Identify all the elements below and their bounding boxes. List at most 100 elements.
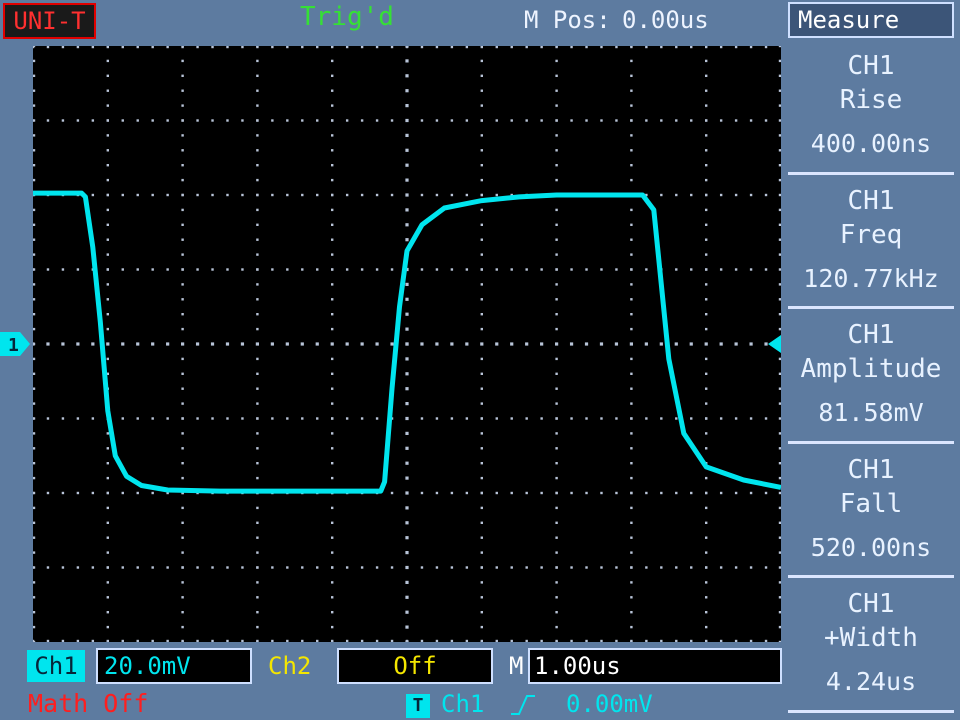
measurement-rise[interactable]: CH1 Rise 400.00ns bbox=[788, 40, 954, 175]
grid-dot bbox=[555, 223, 558, 226]
grid-dot bbox=[450, 566, 454, 569]
grid-dot bbox=[241, 639, 244, 642]
grid-dot bbox=[33, 491, 35, 495]
grid-dot bbox=[705, 283, 708, 286]
grid-dot bbox=[705, 74, 708, 77]
measurement-amplitude[interactable]: CH1 Amplitude 81.58mV bbox=[788, 309, 954, 444]
grid-dot bbox=[33, 357, 36, 361]
grid-dot bbox=[61, 119, 65, 122]
grid-dot bbox=[331, 596, 334, 599]
grid-dot bbox=[301, 268, 304, 271]
grid-dot bbox=[331, 164, 334, 167]
grid-dot bbox=[778, 462, 781, 465]
measurement-value: 81.58mV bbox=[818, 398, 924, 428]
grid-dot bbox=[61, 566, 65, 569]
grid-dot bbox=[719, 417, 723, 420]
measure-menu-title[interactable]: Measure bbox=[788, 2, 954, 38]
grid-dot bbox=[405, 223, 409, 227]
grid-dot bbox=[91, 46, 95, 49]
measurement-fall[interactable]: CH1 Fall 520.00ns bbox=[788, 444, 954, 579]
grid-dot bbox=[615, 119, 618, 122]
grid-dot bbox=[630, 253, 633, 256]
grid-dot bbox=[136, 193, 139, 197]
grid-dot bbox=[331, 298, 334, 301]
grid-dot bbox=[749, 268, 753, 271]
grid-dot bbox=[705, 521, 708, 524]
grid-dot bbox=[480, 432, 483, 435]
grid-dot bbox=[91, 566, 95, 569]
ch1-label[interactable]: Ch1 bbox=[27, 650, 85, 682]
grid-dot bbox=[331, 46, 334, 49]
grid-dot bbox=[405, 297, 409, 301]
grid-dot bbox=[778, 208, 781, 212]
grid-dot bbox=[704, 342, 708, 346]
grid-dot bbox=[375, 342, 379, 346]
grid-dot bbox=[76, 566, 80, 569]
grid-dot bbox=[241, 566, 244, 569]
grid-dot bbox=[345, 566, 349, 569]
grid-dot bbox=[405, 595, 409, 599]
grid-dot bbox=[705, 566, 708, 569]
grid-dot bbox=[405, 163, 409, 167]
measurement-source: CH1 bbox=[847, 185, 895, 216]
grid-dot bbox=[555, 342, 559, 346]
grid-dot bbox=[480, 611, 483, 614]
grid-dot bbox=[316, 119, 319, 122]
grid-dot bbox=[181, 402, 184, 405]
grid-dot bbox=[465, 193, 469, 197]
grid-dot bbox=[196, 417, 199, 420]
grid-dot bbox=[405, 238, 409, 242]
grid-dot bbox=[151, 193, 154, 197]
grid-dot bbox=[301, 639, 304, 642]
grid-dot bbox=[106, 625, 109, 629]
grid-dot bbox=[630, 402, 633, 405]
grid-dot bbox=[630, 313, 633, 316]
grid-dot bbox=[106, 89, 109, 92]
grid-dot bbox=[106, 223, 109, 226]
grid-dot bbox=[630, 417, 633, 420]
grid-dot bbox=[181, 74, 184, 77]
waveform-svg bbox=[33, 46, 781, 642]
grid-dot bbox=[331, 357, 334, 361]
grid-dot bbox=[33, 639, 35, 642]
timebase-label: M bbox=[509, 652, 524, 680]
grid-dot bbox=[256, 372, 259, 375]
measurement-pos-width[interactable]: CH1 +Width 4.24us bbox=[788, 578, 954, 713]
grid-dot bbox=[450, 193, 454, 197]
grid-dot bbox=[106, 581, 109, 584]
grid-dot bbox=[76, 417, 80, 420]
grid-dot bbox=[584, 342, 589, 346]
grid-dot bbox=[705, 596, 708, 599]
grid-dot bbox=[286, 46, 289, 49]
grid-dot bbox=[256, 625, 259, 629]
grid-dot bbox=[630, 89, 633, 92]
grid-dot bbox=[301, 46, 304, 49]
grid-dot bbox=[674, 342, 678, 346]
grid-dot bbox=[705, 164, 708, 167]
grid-dot bbox=[705, 432, 708, 435]
grid-dot bbox=[555, 119, 558, 122]
grid-dot bbox=[555, 581, 558, 584]
grid-dot bbox=[331, 313, 334, 316]
grid-dot bbox=[316, 417, 319, 420]
grid-dot bbox=[33, 581, 36, 584]
grid-dot bbox=[181, 59, 184, 63]
grid-dot bbox=[705, 253, 708, 256]
grid-dot bbox=[705, 625, 708, 629]
grid-dot bbox=[570, 417, 573, 420]
grid-dot bbox=[166, 639, 169, 642]
measurement-freq[interactable]: CH1 Freq 120.77kHz bbox=[788, 175, 954, 310]
grid-dot bbox=[675, 46, 678, 49]
grid-dot bbox=[360, 639, 364, 642]
grid-dot bbox=[33, 417, 35, 420]
grid-dot bbox=[764, 491, 768, 495]
grid-dot bbox=[256, 149, 259, 152]
grid-dot bbox=[480, 536, 483, 539]
grid-dot bbox=[405, 416, 409, 421]
grid-dot bbox=[629, 342, 633, 346]
grid-dot bbox=[240, 342, 245, 346]
grid-dot bbox=[630, 223, 633, 226]
grid-dot bbox=[106, 536, 109, 539]
grid-dot bbox=[749, 342, 753, 346]
ch2-label[interactable]: Ch2 bbox=[268, 650, 311, 682]
